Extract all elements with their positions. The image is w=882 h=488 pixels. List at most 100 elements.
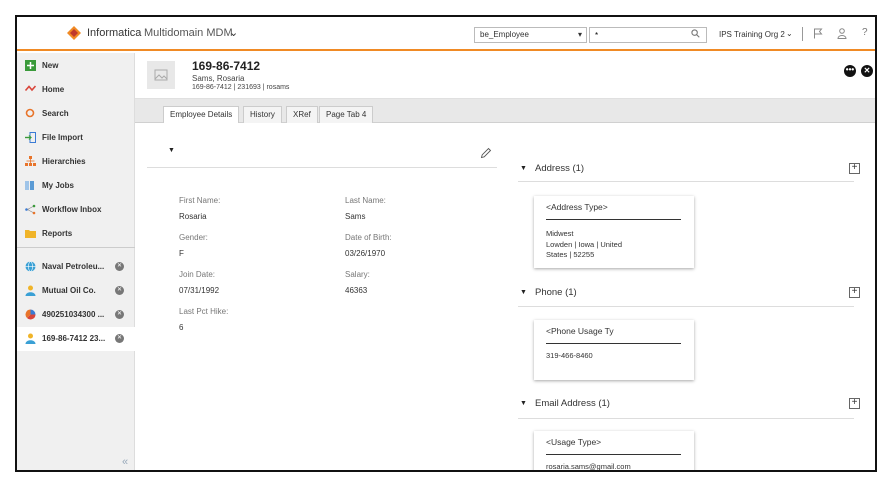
sidebar: New Home Search File Import Hierarchies …: [17, 53, 135, 470]
phone-card[interactable]: <Phone Usage Ty 319-466-8460: [534, 320, 694, 380]
user-icon[interactable]: [837, 28, 847, 39]
more-icon[interactable]: •••: [844, 65, 856, 77]
phone-caret-icon[interactable]: ▼: [520, 289, 527, 296]
entity-select[interactable]: be_Employee ▾: [474, 27, 587, 43]
join-date-label: Join Date:: [179, 270, 216, 279]
tab-history[interactable]: History: [243, 106, 282, 123]
last-pct-hike-label: Last Pct Hike:: [179, 307, 229, 316]
sidebar-item-reports[interactable]: Reports: [17, 223, 135, 245]
flag-icon[interactable]: [813, 28, 823, 39]
sidebar-item-new[interactable]: New: [17, 55, 135, 77]
address-section-title: Address (1): [535, 163, 585, 174]
sidebar-item-label: Workflow Inbox: [42, 205, 102, 214]
recent-record-label: Naval Petroleu...: [42, 262, 105, 271]
phone-number: 319-466-8460: [546, 351, 593, 360]
informatica-logo-icon: [67, 26, 81, 40]
address-line3: States | 52255: [546, 250, 595, 259]
search-icon[interactable]: [691, 29, 700, 38]
file-import-icon: [25, 132, 36, 143]
plus-icon: [25, 60, 36, 71]
person-icon: [25, 333, 36, 344]
add-phone-button[interactable]: +: [849, 287, 860, 298]
pencil-icon[interactable]: [480, 147, 492, 159]
sidebar-item-home[interactable]: Home: [17, 79, 135, 101]
dob-value: 03/26/1970: [345, 249, 386, 258]
collapse-caret-icon[interactable]: ▼: [168, 147, 175, 154]
collapse-sidebar-icon[interactable]: «: [122, 456, 128, 468]
sidebar-item-hierarchies[interactable]: Hierarchies: [17, 151, 135, 173]
divider: [802, 27, 803, 41]
app-frame: Informatica Multidomain MDM ⌄ be_Employe…: [15, 15, 877, 472]
close-icon[interactable]: ✕: [861, 65, 873, 77]
sidebar-item-label: Home: [42, 85, 65, 94]
email-section-title: Email Address (1): [535, 398, 610, 409]
sidebar-item-label: Search: [42, 109, 69, 118]
record-subtitle: 169-86-7412 | 231693 | rosams: [192, 84, 290, 91]
my-jobs-icon: [25, 181, 34, 190]
main-content: ▼ First Name: Rosaria Last Name: Sams Ge…: [135, 123, 875, 471]
page-title: 169-86-7412: [192, 59, 261, 73]
product-name[interactable]: Multidomain MDM: [144, 27, 233, 39]
tab-page-tab-4[interactable]: Page Tab 4: [319, 106, 374, 123]
record-header: 169-86-7412 Sams, Rosaria 169-86-7412 | …: [135, 53, 875, 99]
recent-record-item[interactable]: 490251034300 ... ✕: [17, 303, 135, 327]
card-divider: [546, 343, 681, 344]
tab-employee-details[interactable]: Employee Details: [163, 106, 240, 123]
phone-usage-type: <Phone Usage Ty: [546, 326, 614, 336]
section-divider: [518, 181, 854, 182]
tab-bar: Employee Details History XRef Page Tab 4: [135, 99, 875, 123]
home-icon: [25, 85, 36, 92]
sidebar-divider: [17, 247, 135, 248]
salary-label: Salary:: [345, 270, 370, 279]
sidebar-item-file-import[interactable]: File Import: [17, 127, 135, 149]
chevron-down-icon[interactable]: ⌄: [229, 26, 238, 39]
dob-label: Date of Birth:: [345, 233, 392, 242]
person-icon: [25, 285, 36, 296]
card-divider: [546, 454, 681, 455]
brand-name: Informatica: [87, 27, 142, 39]
email-address: rosaria.sams@gmail.com: [546, 462, 631, 471]
email-usage-type: <Usage Type>: [546, 437, 602, 447]
last-name-value: Sams: [345, 212, 366, 221]
last-name-label: Last Name:: [345, 196, 386, 205]
add-address-button[interactable]: +: [849, 163, 860, 174]
tab-xref[interactable]: XRef: [286, 106, 318, 123]
address-line2: Lowden | Iowa | United: [546, 240, 623, 249]
recent-record-label: Mutual Oil Co.: [42, 286, 96, 295]
recent-record-item[interactable]: 169-86-7412 23... ✕: [17, 327, 135, 351]
phone-section-title: Phone (1): [535, 287, 577, 298]
recent-record-item[interactable]: Naval Petroleu... ✕: [17, 255, 135, 279]
email-card[interactable]: <Usage Type> rosaria.sams@gmail.com: [534, 431, 694, 471]
address-type: <Address Type>: [546, 202, 608, 212]
add-email-button[interactable]: +: [849, 398, 860, 409]
address-caret-icon[interactable]: ▼: [520, 165, 527, 172]
dropdown-arrow-icon[interactable]: ▾: [578, 28, 582, 42]
search-nav-icon: [25, 108, 35, 118]
close-icon[interactable]: ✕: [115, 334, 124, 343]
recent-record-item[interactable]: Mutual Oil Co. ✕: [17, 279, 135, 303]
section-divider: [147, 167, 497, 168]
close-icon[interactable]: ✕: [115, 310, 124, 319]
sidebar-item-my-jobs[interactable]: My Jobs: [17, 175, 135, 197]
org-selector[interactable]: IPS Training Org 2: [719, 30, 785, 39]
sidebar-item-label: Hierarchies: [42, 157, 86, 166]
card-divider: [546, 219, 681, 220]
globe-icon: [25, 261, 36, 272]
email-caret-icon[interactable]: ▼: [520, 400, 527, 407]
last-pct-hike-value: 6: [179, 323, 184, 332]
help-icon[interactable]: ?: [862, 27, 868, 38]
sidebar-item-label: New: [42, 61, 59, 70]
sidebar-item-search[interactable]: Search: [17, 103, 135, 125]
sidebar-item-workflow-inbox[interactable]: Workflow Inbox: [17, 199, 135, 221]
recent-record-label: 169-86-7412 23...: [42, 334, 106, 343]
close-icon[interactable]: ✕: [115, 262, 124, 271]
address-card[interactable]: <Address Type> Midwest Lowden | Iowa | U…: [534, 196, 694, 268]
sidebar-item-label: My Jobs: [42, 181, 75, 190]
sidebar-item-label: Reports: [42, 229, 73, 238]
search-input[interactable]: [589, 27, 707, 43]
close-icon[interactable]: ✕: [115, 286, 124, 295]
hierarchies-icon: [25, 156, 36, 166]
record-name: Sams, Rosaria: [192, 74, 245, 83]
join-date-value: 07/31/1992: [179, 286, 220, 295]
chevron-down-icon[interactable]: ⌄: [786, 29, 793, 38]
